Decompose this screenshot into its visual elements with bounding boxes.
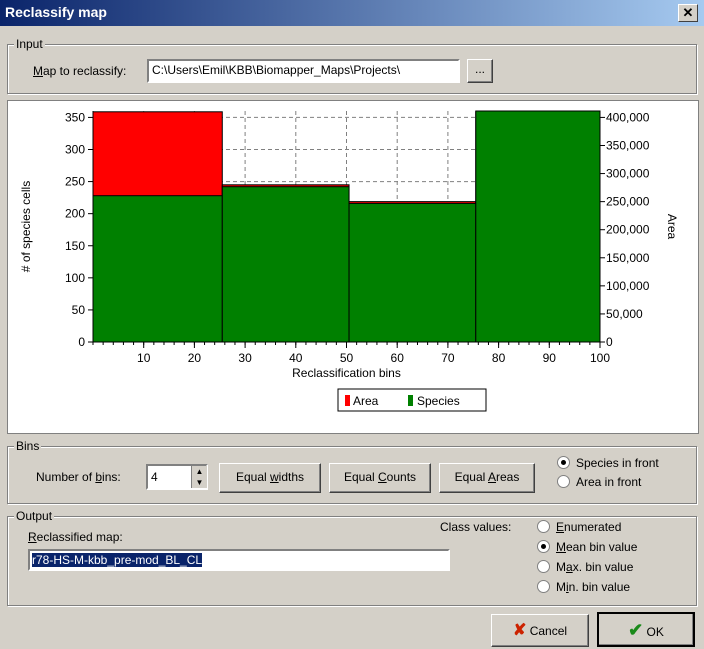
y-tick-label: 250 [65, 175, 85, 189]
x-axis-label: Reclassification bins [292, 366, 401, 380]
x-tick-label: 40 [289, 351, 303, 365]
number-of-bins-label: Number of bins: [36, 470, 121, 484]
radio-dot [537, 520, 550, 533]
legend-swatch-species [408, 395, 413, 406]
x-tick-label: 100 [590, 351, 610, 365]
equal-counts-button[interactable]: Equal Counts [329, 463, 431, 493]
radio-dot [537, 540, 550, 553]
y2-tick-label: 150,000 [606, 251, 650, 265]
close-button[interactable]: ✕ [678, 4, 698, 22]
x-tick-label: 90 [543, 351, 557, 365]
species-bar [348, 202, 477, 343]
x-tick-label: 30 [238, 351, 252, 365]
cancel-button[interactable]: ✘ Cancel [491, 614, 589, 647]
bins-group-label: Bins [14, 439, 42, 453]
y-tick-label: 200 [65, 207, 85, 221]
y2-tick-label: 50,000 [606, 307, 643, 321]
x-tick-label: 20 [188, 351, 202, 365]
window-title: Reclassify map [5, 4, 107, 20]
y2-tick-label: 0 [606, 335, 613, 349]
x-tick-label: 50 [340, 351, 354, 365]
x-tick-label: 60 [391, 351, 405, 365]
legend-label-area: Area [353, 394, 379, 408]
y2-tick-label: 350,000 [606, 138, 650, 152]
radio-dot [557, 475, 570, 488]
cancel-label: Cancel [529, 624, 568, 638]
mean-bin-value-radio[interactable]: Mean bin value [537, 540, 637, 554]
title-bar: Reclassify map ✕ [0, 0, 704, 26]
x-tick-label: 80 [492, 351, 506, 365]
y2-tick-label: 100,000 [606, 279, 650, 293]
ok-button[interactable]: ✔ OK [597, 612, 695, 647]
y2-axis-label: Area [665, 214, 679, 240]
y-tick-label: 350 [65, 110, 85, 124]
input-group-label: Input [14, 37, 45, 51]
reclassify-dialog: Reclassify map ✕ Input Map to reclassify… [0, 0, 704, 647]
area-in-front-radio[interactable]: Area in front [557, 475, 641, 489]
y2-tick-label: 250,000 [606, 195, 650, 209]
x-tick-label: 70 [441, 351, 455, 365]
class-values-label: Class values: [440, 520, 512, 534]
min-bin-value-radio[interactable]: Min. bin value [537, 580, 630, 594]
max-bin-value-radio[interactable]: Max. bin value [537, 560, 633, 574]
enumerated-radio[interactable]: Enumerated [537, 520, 621, 534]
map-path-input[interactable]: C:\Users\Emil\KBB\Biomapper_Maps\Project… [147, 59, 460, 83]
map-to-reclassify-label: Map to reclassify: [33, 64, 127, 78]
y2-tick-label: 400,000 [606, 110, 650, 124]
chart-svg: 0 50 100 150 200 250 300 350 0 50,000 100,000 150,0… [19, 110, 679, 412]
cancel-icon: ✘ [512, 622, 527, 639]
species-bar [92, 195, 223, 343]
ok-label: OK [646, 625, 664, 639]
species-bar [475, 110, 601, 343]
reclassified-map-value: r78-HS-M-kbb_pre-mod_BL_CL [32, 553, 203, 567]
y-tick-label: 0 [78, 335, 85, 349]
y-tick-label: 50 [72, 303, 86, 317]
y-tick-label: 150 [65, 239, 85, 253]
y-tick-label: 300 [65, 143, 85, 157]
ok-icon: ✔ [628, 620, 644, 640]
spin-down-icon[interactable]: ▼ [192, 477, 207, 488]
output-group-label: Output [14, 509, 55, 523]
chart-legend: Area Species [337, 388, 487, 412]
histogram-chart: 0 50 100 150 200 250 300 350 0 50,000 100,000 150,0… [7, 100, 699, 434]
species-bar [221, 186, 350, 343]
browse-button[interactable]: ... [467, 59, 493, 83]
radio-dot [537, 580, 550, 593]
y-axis-label: # of species cells [19, 181, 33, 272]
legend-label-species: Species [417, 394, 460, 408]
bins-spinner[interactable]: ▲ ▼ [191, 466, 207, 488]
radio-dot [557, 456, 570, 469]
x-tick-label: 10 [137, 351, 151, 365]
reclassified-map-label: Reclassified map: [28, 530, 123, 544]
radio-dot [537, 560, 550, 573]
reclassified-map-input[interactable]: r78-HS-M-kbb_pre-mod_BL_CL [28, 549, 450, 571]
legend-swatch-area [345, 395, 350, 406]
species-in-front-radio[interactable]: Species in front [557, 456, 659, 470]
spin-up-icon[interactable]: ▲ [192, 466, 207, 477]
y2-tick-label: 200,000 [606, 223, 650, 237]
y2-tick-label: 300,000 [606, 167, 650, 181]
equal-widths-button[interactable]: Equal widths [219, 463, 321, 493]
y-tick-label: 100 [65, 271, 85, 285]
equal-areas-button[interactable]: Equal Areas [439, 463, 535, 493]
